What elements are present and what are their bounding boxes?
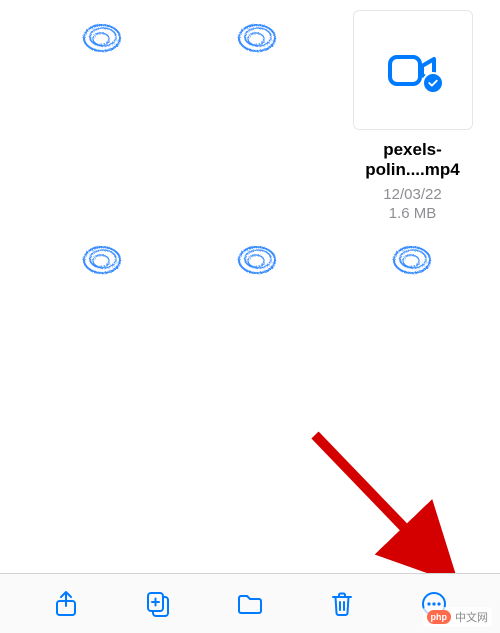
file-item[interactable] <box>30 232 175 377</box>
selected-check-icon <box>422 72 444 94</box>
trash-icon <box>328 590 356 618</box>
document-thumbnail <box>223 242 293 302</box>
duplicate-button[interactable] <box>141 587 175 621</box>
video-camera-icon <box>388 53 438 88</box>
watermark-badge: php <box>427 610 452 624</box>
file-size: 1.6 MB <box>340 205 485 222</box>
delete-button[interactable] <box>325 587 359 621</box>
file-name: pexels-polin....mp4 <box>340 140 485 181</box>
video-thumbnail <box>353 10 473 130</box>
document-thumbnail <box>68 242 138 302</box>
file-date: 12/03/22 <box>340 186 485 203</box>
file-item-video[interactable]: pexels-polin....mp4 12/03/22 1.6 MB <box>340 10 485 222</box>
document-text-preview <box>208 85 308 155</box>
folder-icon <box>236 590 264 618</box>
file-item[interactable] <box>185 232 330 377</box>
document-text-preview <box>363 307 463 377</box>
share-icon <box>52 590 80 618</box>
document-thumbnail <box>223 20 293 80</box>
move-button[interactable] <box>233 587 267 621</box>
document-text-preview <box>53 307 153 377</box>
watermark: php 中文网 <box>423 607 493 627</box>
file-grid: pexels-polin....mp4 12/03/22 1.6 MB <box>0 0 500 387</box>
document-thumbnail <box>378 242 448 302</box>
duplicate-icon <box>144 590 172 618</box>
document-thumbnail <box>68 20 138 80</box>
file-item[interactable] <box>340 232 485 377</box>
watermark-text: 中文网 <box>455 609 488 625</box>
file-item[interactable] <box>185 10 330 222</box>
file-metadata: pexels-polin....mp4 12/03/22 1.6 MB <box>340 140 485 222</box>
document-text-preview <box>208 307 308 377</box>
file-item[interactable] <box>30 10 175 222</box>
share-button[interactable] <box>49 587 83 621</box>
document-text-preview <box>53 85 153 155</box>
